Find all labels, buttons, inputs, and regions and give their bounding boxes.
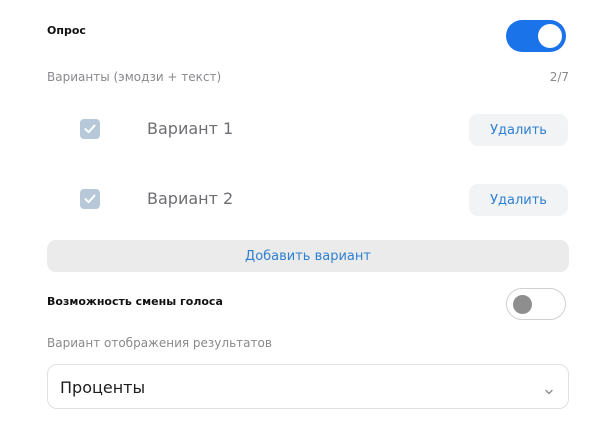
toggle-knob	[513, 295, 532, 314]
chevron-down-icon	[544, 382, 554, 401]
option-text[interactable]: Вариант 2	[147, 189, 233, 208]
variants-label: Варианты (эмодзи + текст)	[47, 70, 222, 84]
toggle-knob	[538, 24, 562, 48]
delete-option-button[interactable]: Удалить	[469, 114, 568, 146]
poll-title: Опрос	[47, 24, 86, 37]
results-display-label: Вариант отображения результатов	[47, 336, 272, 350]
results-display-select[interactable]: Проценты	[47, 364, 569, 409]
variants-count: 2/7	[549, 70, 569, 84]
option-text[interactable]: Вариант 1	[147, 119, 233, 138]
vote-change-label: Возможность смены голоса	[47, 295, 223, 308]
check-box-icon	[80, 189, 100, 209]
add-option-button[interactable]: Добавить вариант	[47, 240, 569, 272]
results-display-value: Проценты	[60, 378, 146, 397]
poll-toggle[interactable]	[506, 20, 566, 52]
delete-option-button[interactable]: Удалить	[469, 184, 568, 216]
vote-change-toggle[interactable]	[506, 288, 566, 320]
check-box-icon	[80, 119, 100, 139]
